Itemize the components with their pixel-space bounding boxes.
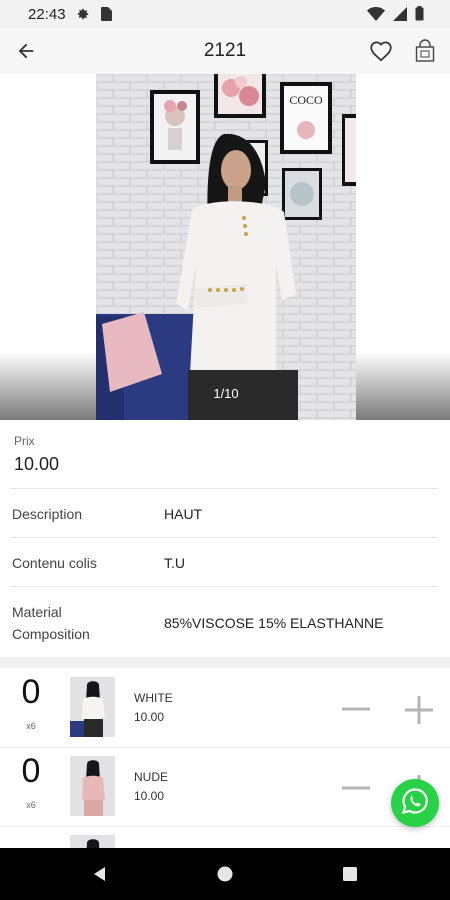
price-value: 10.00	[14, 454, 60, 474]
variant-quantity-label: x6	[26, 800, 36, 810]
plus-icon[interactable]	[402, 693, 436, 727]
variant-thumbnail	[70, 756, 115, 816]
variant-name: NUDE	[134, 770, 169, 784]
variant-thumbnail	[70, 835, 115, 848]
variant-price: 10.00	[134, 710, 165, 724]
battery-icon	[415, 6, 424, 24]
minus-icon[interactable]	[340, 693, 372, 725]
status-time: 22:43	[28, 5, 66, 23]
detail-value: T.U	[164, 555, 185, 571]
wifi-icon	[367, 6, 385, 24]
sim-card-icon	[100, 7, 112, 21]
product-image-gallery[interactable]: COCO 1/10	[0, 74, 450, 420]
divider	[10, 537, 438, 538]
status-bar: 22:43	[0, 0, 450, 28]
nav-back-icon[interactable]	[88, 862, 112, 886]
poster-text: COCO	[289, 93, 323, 107]
shopping-bag-icon[interactable]	[412, 38, 438, 64]
whatsapp-icon	[400, 786, 430, 821]
variant-thumbnail	[70, 677, 115, 737]
minus-icon[interactable]	[340, 772, 372, 804]
divider	[10, 586, 438, 587]
detail-key: Material	[12, 604, 62, 620]
detail-row-material: Material Composition 85%VISCOSE 15% ELAS…	[0, 601, 450, 645]
detail-value: HAUT	[164, 506, 203, 522]
section-separator	[0, 657, 450, 668]
nav-home-icon[interactable]	[213, 862, 237, 886]
variant-row: 0 x6 NUDE 10.00	[0, 748, 450, 826]
detail-value: 85%VISCOSE 15% ELASTHANNE	[164, 615, 384, 631]
whatsapp-button[interactable]	[391, 779, 439, 827]
heart-icon[interactable]	[368, 38, 394, 64]
app-bar: 2121	[0, 28, 450, 74]
system-navigation-bar	[0, 848, 450, 900]
price-section: Prix 10.00	[0, 420, 450, 488]
variant-quantity: 0	[21, 673, 41, 711]
detail-key: Description	[12, 506, 83, 522]
product-photo[interactable]: COCO	[96, 74, 356, 420]
detail-key: Contenu colis	[12, 555, 97, 571]
variant-price: 10.00	[134, 789, 165, 803]
price-label: Prix	[14, 434, 35, 448]
gallery-edge-shade	[356, 352, 450, 420]
nav-recents-icon[interactable]	[338, 862, 362, 886]
detail-row-package: Contenu colis T.U	[0, 552, 450, 574]
variant-name: WHITE	[134, 691, 173, 705]
signal-icon	[393, 6, 407, 24]
gallery-edge-shade	[0, 352, 96, 420]
detail-row-description: Description HAUT	[0, 503, 450, 525]
variant-row	[0, 827, 450, 848]
variant-quantity-label: x6	[26, 721, 36, 731]
detail-key: Composition	[12, 626, 90, 642]
variant-row: 0 x6 WHITE 10.00	[0, 669, 450, 747]
gear-icon	[76, 7, 90, 21]
divider	[10, 488, 438, 489]
gallery-counter: 1/10	[213, 386, 239, 401]
variant-quantity: 0	[21, 752, 41, 790]
